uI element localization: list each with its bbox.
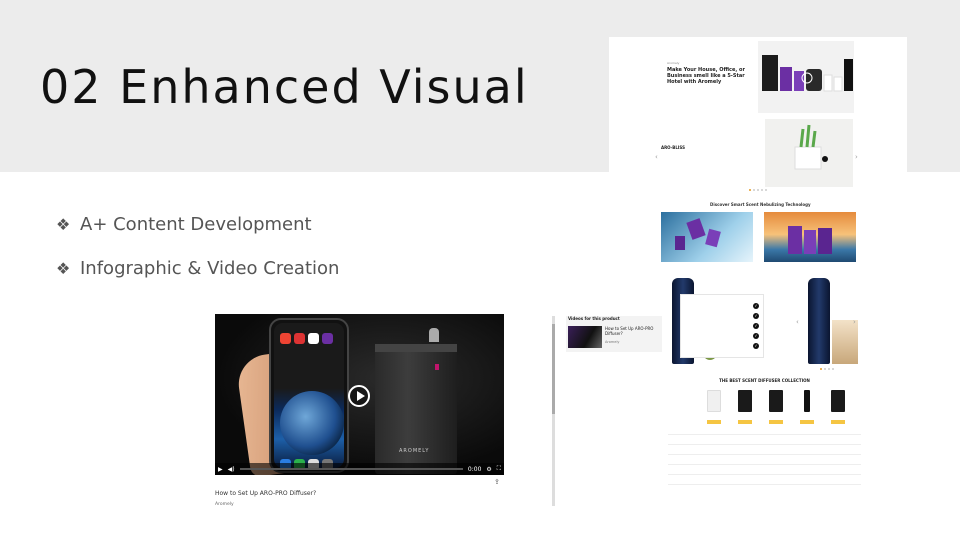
time-label: 0:00 — [467, 465, 482, 473]
progress-bar[interactable] — [239, 468, 463, 470]
diffuser-photo-sunset — [764, 212, 856, 262]
table-row — [668, 464, 861, 471]
video-list-heading: Videos for this product — [568, 316, 620, 321]
product-headline: Make Your House, Office, or Business sme… — [667, 67, 745, 85]
comparison-card: ✓ ✓ ✓ ✓ ✓ — [680, 294, 764, 358]
video-controls: ▶ ◀) 0:00 ⚙ ⛶ — [215, 463, 504, 475]
video-player[interactable]: AROMELY ▶ ◀) 0:00 ⚙ ⛶ — [215, 314, 504, 475]
product-column[interactable] — [766, 390, 786, 424]
wood-scent-image — [832, 320, 858, 364]
play-small-icon[interactable]: ▶ — [218, 466, 223, 473]
product-column[interactable] — [735, 390, 755, 424]
check-icon: ✓ — [753, 302, 759, 309]
table-row — [668, 454, 861, 461]
play-icon[interactable] — [348, 385, 370, 407]
four-diamond-icon: ❖ — [56, 259, 71, 278]
video-brand: Aromely — [215, 502, 234, 507]
bullet-label: Infographic & Video Creation — [80, 258, 340, 279]
phone-image — [269, 318, 349, 473]
carousel-dots[interactable] — [749, 189, 767, 191]
chevron-left-icon[interactable]: ‹ — [796, 318, 799, 326]
product-column[interactable] — [828, 390, 848, 424]
check-icon: ✓ — [753, 312, 759, 319]
chevron-left-icon[interactable]: ‹ — [655, 153, 658, 161]
product-brand: Aromely — [667, 61, 680, 65]
wall-diffuser-image — [765, 119, 853, 187]
bottle-image — [808, 278, 830, 364]
table-row — [668, 484, 861, 491]
check-icon: ✓ — [753, 322, 759, 329]
product-column[interactable] — [704, 390, 724, 424]
product-section-title: ARO-BLISS — [661, 145, 685, 150]
product-column[interactable] — [797, 390, 817, 424]
check-icon: ✓ — [753, 332, 759, 339]
bullet-item: ❖ Infographic & Video Creation — [56, 258, 339, 279]
video-thumbnail[interactable] — [568, 326, 602, 348]
check-icon: ✓ — [753, 342, 759, 349]
chevron-right-icon[interactable]: › — [855, 153, 858, 161]
bullet-item: ❖ A+ Content Development — [56, 214, 312, 235]
product-lineup-image — [758, 41, 854, 113]
four-diamond-icon: ❖ — [56, 215, 71, 234]
earth-wallpaper — [280, 391, 344, 455]
video-list-title[interactable]: How to Set Up ARO-PRO Diffuser? — [605, 326, 655, 336]
discover-title: Discover Smart Scent Nebulizing Technolo… — [710, 202, 811, 207]
carousel-dots[interactable] — [820, 368, 834, 370]
product-page-screenshot: Aromely Make Your House, Office, or Busi… — [609, 37, 907, 197]
diffuser-photo-blue — [661, 212, 753, 262]
video-list: Videos for this product How to Set Up AR… — [566, 316, 662, 352]
table-row — [668, 474, 861, 481]
chevron-right-icon[interactable]: › — [853, 318, 856, 326]
video-title: How to Set Up ARO-PRO Diffuser? — [215, 490, 317, 497]
share-icon[interactable]: ⇪ — [494, 478, 500, 486]
device-logo: AROMELY — [399, 448, 430, 454]
settings-icon[interactable]: ⚙ — [486, 466, 491, 473]
table-row — [668, 434, 861, 441]
diffuser-device-image: AROMELY — [375, 344, 457, 474]
volume-icon[interactable]: ◀) — [228, 466, 235, 473]
scrollbar[interactable] — [552, 316, 555, 506]
bullet-label: A+ Content Development — [80, 214, 312, 235]
fullscreen-icon[interactable]: ⛶ — [497, 465, 501, 473]
table-row — [668, 444, 861, 451]
comparison-title: THE BEST SCENT DIFFUSER COLLECTION — [719, 378, 810, 383]
video-list-author: Aromely — [605, 340, 620, 344]
slide-title: 02 Enhanced Visual — [40, 60, 529, 114]
comparison-table: THE BEST SCENT DIFFUSER COLLECTION — [668, 376, 861, 500]
